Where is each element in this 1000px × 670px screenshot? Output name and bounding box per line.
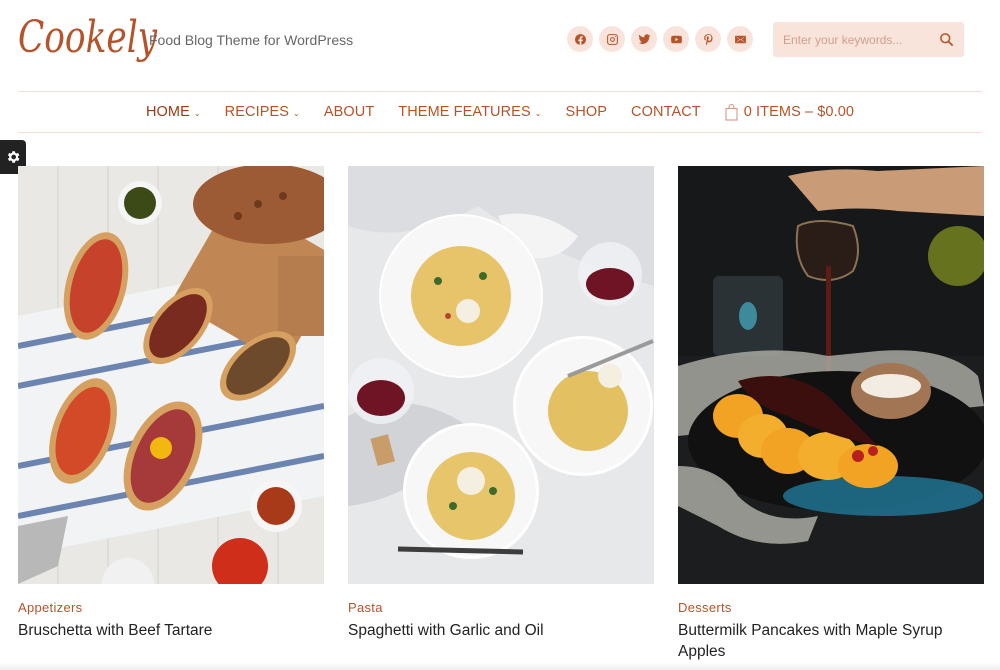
twitter-icon	[638, 33, 650, 44]
nav-item-label: CONTACT	[631, 104, 701, 120]
bruschetta-photo[interactable]	[18, 166, 324, 584]
email-icon	[734, 35, 746, 43]
search-icon	[939, 33, 953, 46]
chevron-down-icon: ⌄	[193, 108, 201, 118]
shopping-bag-icon	[725, 103, 738, 121]
facebook-link[interactable]	[567, 26, 593, 52]
site-logo[interactable]: Cookely	[18, 8, 157, 68]
food-image	[678, 166, 984, 584]
food-image	[348, 166, 654, 584]
cart-summary: 0 ITEMS – $0.00	[743, 104, 855, 120]
nav-item-label: HOME	[145, 104, 190, 120]
nav-item-label: ABOUT	[323, 104, 375, 120]
recipe-title[interactable]: Buttermilk Pancakes with Maple Syrup App…	[678, 620, 984, 662]
recipe-category[interactable]: Desserts	[678, 600, 984, 615]
email-link[interactable]	[727, 26, 753, 52]
cart-link[interactable]: 0 ITEMS – $0.00	[725, 103, 855, 121]
recipe-category[interactable]: Pasta	[348, 600, 654, 615]
nav-item-recipes[interactable]: RECIPES ⌄	[225, 104, 300, 120]
food-image	[18, 166, 324, 584]
pinterest-icon	[703, 33, 713, 45]
recipe-grid: Appetizers Bruschetta with Beef Tartare	[18, 166, 984, 662]
search-button[interactable]	[933, 27, 959, 53]
search-box	[773, 22, 964, 57]
search-input[interactable]	[773, 32, 933, 47]
recipe-title[interactable]: Spaghetti with Garlic and Oil	[348, 620, 654, 641]
page-bottom-edge	[0, 662, 1000, 670]
chevron-down-icon: ⌄	[534, 108, 542, 118]
site-tagline: Food Blog Theme for WordPress	[149, 32, 354, 48]
gear-icon	[7, 151, 20, 163]
chevron-down-icon: ⌄	[293, 108, 300, 118]
nav-item-contact[interactable]: CONTACT	[631, 104, 701, 120]
nav-item-home[interactable]: HOME ⌄	[146, 104, 201, 120]
recipe-card: Desserts Buttermilk Pancakes with Maple …	[678, 166, 984, 662]
pinterest-link[interactable]	[695, 26, 721, 52]
youtube-link[interactable]	[663, 26, 689, 52]
instagram-link[interactable]	[599, 26, 625, 52]
recipe-card: Pasta Spaghetti with Garlic and Oil	[348, 166, 654, 662]
main-navigation: HOME ⌄ RECIPES ⌄ ABOUT THEME FEATURES ⌄ …	[18, 91, 982, 133]
recipe-title[interactable]: Bruschetta with Beef Tartare	[18, 620, 324, 641]
nav-item-about[interactable]: ABOUT	[324, 104, 374, 120]
spaghetti-photo[interactable]	[348, 166, 654, 584]
recipe-category[interactable]: Appetizers	[18, 600, 324, 615]
twitter-link[interactable]	[631, 26, 657, 52]
nav-item-label: RECIPES	[224, 104, 290, 120]
pancakes-photo[interactable]	[678, 166, 984, 584]
nav-item-theme-features[interactable]: THEME FEATURES ⌄	[398, 104, 541, 120]
nav-item-label: SHOP	[565, 104, 608, 120]
youtube-icon	[670, 35, 682, 43]
facebook-icon	[574, 33, 586, 45]
instagram-icon	[606, 33, 618, 45]
social-links	[567, 26, 753, 52]
nav-item-label: THEME FEATURES	[398, 104, 531, 120]
nav-item-shop[interactable]: SHOP	[566, 104, 608, 120]
recipe-card: Appetizers Bruschetta with Beef Tartare	[18, 166, 324, 662]
